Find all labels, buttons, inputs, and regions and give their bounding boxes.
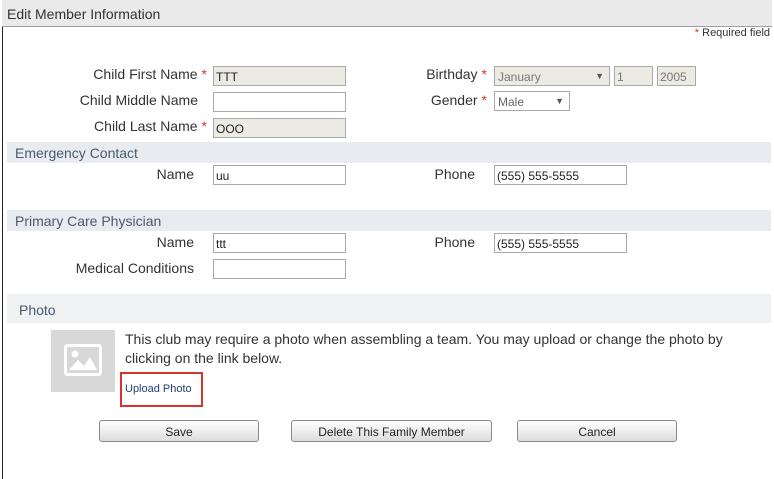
- gender-value: Male: [498, 95, 525, 109]
- emergency-contact-section-header: Emergency Contact: [7, 142, 771, 163]
- birthday-label-text: Birthday: [426, 66, 478, 82]
- physician-name-label: Name: [156, 234, 194, 250]
- save-button[interactable]: Save: [99, 420, 259, 442]
- physician-section-header: Primary Care Physician: [7, 210, 771, 231]
- gender-label-text: Gender: [430, 92, 478, 108]
- image-icon: [64, 344, 102, 376]
- chevron-down-icon: ▼: [555, 96, 564, 106]
- required-star: *: [481, 66, 487, 82]
- cancel-button[interactable]: Cancel: [517, 420, 677, 442]
- child-middle-name-label: Child Middle Name: [79, 92, 198, 108]
- photo-description: This club may require a photo when assem…: [125, 331, 723, 366]
- emergency-name-label: Name: [156, 166, 194, 182]
- photo-placeholder: [51, 330, 115, 392]
- emergency-name-field[interactable]: uu: [213, 165, 346, 185]
- gender-label: Gender *: [431, 92, 487, 108]
- child-first-name-label-text: Child First Name: [93, 66, 198, 82]
- medical-conditions-label: Medical Conditions: [75, 260, 194, 276]
- gender-select[interactable]: Male ▼: [494, 91, 570, 111]
- birthday-month-select[interactable]: January ▼: [494, 66, 610, 86]
- required-star: *: [201, 66, 207, 82]
- delete-family-member-button[interactable]: Delete This Family Member: [291, 420, 492, 442]
- child-last-name-field[interactable]: OOO: [213, 118, 346, 138]
- physician-phone-label: Phone: [434, 234, 475, 250]
- child-last-name-label: Child Last Name *: [94, 118, 207, 134]
- required-star: *: [201, 118, 207, 134]
- dialog-title: Edit Member Information: [7, 6, 161, 22]
- birthday-day-field[interactable]: 1: [614, 66, 653, 86]
- physician-heading: Primary Care Physician: [15, 213, 162, 229]
- dialog-title-bar: Edit Member Information: [2, 0, 772, 27]
- required-star: *: [694, 27, 700, 39]
- emergency-phone-field[interactable]: (555) 555-5555: [494, 165, 627, 185]
- emergency-contact-heading: Emergency Contact: [15, 145, 138, 161]
- chevron-down-icon: ▼: [595, 71, 604, 81]
- physician-phone-field[interactable]: (555) 555-5555: [494, 233, 627, 253]
- child-first-name-label: Child First Name *: [93, 66, 207, 82]
- birthday-month-value: January: [498, 70, 541, 84]
- child-last-name-label-text: Child Last Name: [94, 118, 198, 134]
- photo-section-header: Photo: [7, 294, 771, 323]
- physician-name-field[interactable]: ttt: [213, 233, 346, 253]
- required-field-note: * Required field: [695, 27, 770, 39]
- photo-heading: Photo: [19, 302, 56, 318]
- child-first-name-field[interactable]: TTT: [213, 66, 346, 86]
- birthday-label: Birthday *: [426, 66, 487, 82]
- child-middle-name-field[interactable]: [213, 92, 346, 112]
- emergency-phone-label: Phone: [434, 166, 475, 182]
- required-star: *: [481, 92, 487, 108]
- birthday-year-field[interactable]: 2005: [657, 66, 696, 86]
- required-field-text: Required field: [702, 27, 770, 39]
- medical-conditions-field[interactable]: [213, 259, 346, 279]
- upload-photo-link[interactable]: Upload Photo: [125, 383, 192, 395]
